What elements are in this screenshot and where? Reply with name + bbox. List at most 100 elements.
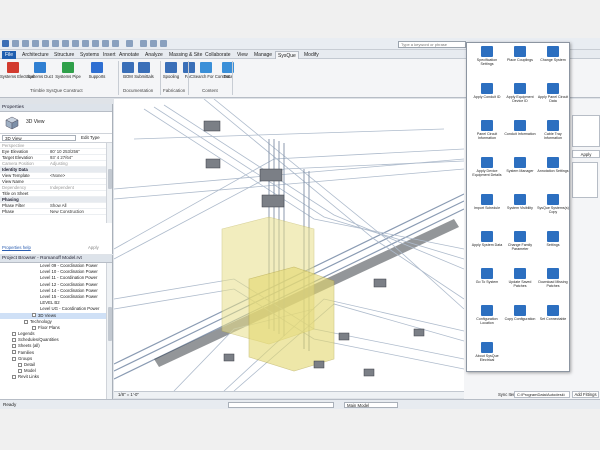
right-panel-box-2 xyxy=(572,162,598,198)
expand-toggle-icon[interactable] xyxy=(12,375,16,380)
sysque-menu-item[interactable]: Copy Configuration xyxy=(504,305,536,321)
sysque-item-icon xyxy=(547,231,559,242)
sysque-menu-item[interactable]: Set Connectable xyxy=(537,305,569,321)
tree-item-label: Technology xyxy=(30,318,52,324)
expand-toggle-icon[interactable] xyxy=(18,362,22,367)
dropdown-icon[interactable] xyxy=(160,40,167,47)
ribbon-tool[interactable]: Supports xyxy=(84,62,110,79)
browser-scrollbar[interactable] xyxy=(106,263,112,399)
sysque-menu-item[interactable]: Panel Circuit Information xyxy=(471,120,503,140)
expand-toggle-icon[interactable] xyxy=(12,350,16,355)
tab-analyze[interactable]: Analyze xyxy=(143,51,165,59)
sysque-menu-item[interactable]: Download Missing Patches xyxy=(537,268,569,288)
tab-manage[interactable]: Manage xyxy=(252,51,274,59)
sysque-menu-item[interactable]: Import Schedule xyxy=(471,194,503,210)
sysque-menu-item[interactable]: Settings xyxy=(537,231,569,247)
measure-icon[interactable] xyxy=(62,40,69,47)
view-control-bar[interactable]: 1/8" = 1'-0" xyxy=(114,391,464,398)
expand-toggle-icon[interactable] xyxy=(18,369,22,374)
tab-massing-site[interactable]: Massing & Site xyxy=(167,51,204,59)
sysque-menu-item[interactable]: Specification Settings xyxy=(471,46,503,66)
save-icon[interactable] xyxy=(22,40,29,47)
view-scale[interactable]: 1/8" = 1'-0" xyxy=(118,392,139,397)
search-input[interactable]: Type a keyword or phrase xyxy=(398,41,466,48)
switch-windows-icon[interactable] xyxy=(126,40,133,47)
add-fittings-button[interactable]: Add Fittings xyxy=(572,391,599,398)
sysque-menu-item[interactable]: Update Saved Patches xyxy=(504,268,536,288)
sysque-menu-item[interactable]: Apply Equipment Device ID xyxy=(504,83,536,103)
layout-icon[interactable] xyxy=(140,40,147,47)
tab-file[interactable]: File xyxy=(2,51,16,59)
undo-icon[interactable] xyxy=(32,40,39,47)
sysque-menu-item[interactable]: SysQue Systems(s) Copy xyxy=(537,194,569,214)
ribbon-tool[interactable]: Systems Duct xyxy=(27,62,53,79)
sysque-item-label: Update Saved Patches xyxy=(508,280,532,288)
type-selector[interactable]: 3D View xyxy=(0,112,112,134)
sysque-menu-item[interactable]: Place Couplings xyxy=(504,46,536,62)
view-3d-icon[interactable] xyxy=(82,40,89,47)
close-views-icon[interactable] xyxy=(112,40,119,47)
expand-toggle-icon[interactable] xyxy=(12,331,16,336)
tree-item-label: Families xyxy=(18,349,34,355)
menu-icon[interactable] xyxy=(150,40,157,47)
ribbon-tool[interactable]: Systems Pipe xyxy=(55,62,81,79)
expand-toggle-icon[interactable] xyxy=(32,313,36,318)
apply-button[interactable]: Apply xyxy=(88,245,99,250)
sysque-menu-item[interactable]: Apply Conduit ID xyxy=(471,83,503,99)
config-path-field[interactable]: C:\ProgramData\Autodesk\ xyxy=(514,391,570,398)
revit-logo-icon[interactable] xyxy=(2,40,9,47)
sysque-item-icon xyxy=(514,231,526,242)
project-browser-tree: Level 09 - Coordination Power Level 10 - … xyxy=(0,263,112,381)
sysque-menu-item[interactable]: Apply Panel Circuit Data xyxy=(537,83,569,103)
edit-type-button[interactable]: Edit Type xyxy=(81,135,100,141)
sysque-menu-item[interactable]: Go To System xyxy=(471,268,503,284)
expand-toggle-icon[interactable] xyxy=(12,338,16,343)
text-icon[interactable] xyxy=(72,40,79,47)
tab-modify[interactable]: Modify xyxy=(302,51,321,59)
sysque-item-icon xyxy=(481,46,493,57)
property-row[interactable]: Phase New Construction xyxy=(0,209,112,215)
scroll-thumb[interactable] xyxy=(108,307,112,341)
instance-dropdown[interactable]: 3D View xyxy=(2,135,76,141)
print-icon[interactable] xyxy=(52,40,59,47)
ribbon-tool[interactable]: Systems Electrical xyxy=(0,62,34,79)
tab-structure[interactable]: Structure xyxy=(52,51,76,59)
sysque-menu-item[interactable]: Apply System Data xyxy=(471,231,503,247)
sysque-menu-item[interactable]: Annotation Settings xyxy=(537,157,569,173)
tab-insert[interactable]: Insert xyxy=(101,51,118,59)
sysque-item-icon xyxy=(481,83,493,94)
thin-lines-icon[interactable] xyxy=(102,40,109,47)
sysque-menu-item[interactable]: System Manager xyxy=(504,157,536,173)
expand-toggle-icon[interactable] xyxy=(12,344,16,349)
tree-item[interactable]: Revit Links xyxy=(0,374,112,380)
ribbon-tool[interactable]: Data xyxy=(215,62,241,79)
tab-architecture[interactable]: Architecture xyxy=(20,51,51,59)
tab-systems[interactable]: Systems xyxy=(78,51,101,59)
sysque-menu-item[interactable]: Change System xyxy=(537,46,569,62)
expand-toggle-icon[interactable] xyxy=(24,319,28,324)
properties-scrollbar[interactable] xyxy=(106,143,112,223)
sysque-menu-item[interactable]: Configuration Location xyxy=(471,305,503,325)
expand-toggle-icon[interactable] xyxy=(12,356,16,361)
sysque-menu-item[interactable]: Apply Device Equipment Details xyxy=(471,157,503,177)
tab-collaborate[interactable]: Collaborate xyxy=(203,51,233,59)
sysque-menu-item[interactable]: Conduit Information xyxy=(504,120,536,136)
tab-sysque[interactable]: SysQue xyxy=(275,51,299,59)
tab-annotate[interactable]: Annotate xyxy=(117,51,141,59)
redo-icon[interactable] xyxy=(42,40,49,47)
section-icon[interactable] xyxy=(92,40,99,47)
workset-selector[interactable] xyxy=(228,402,334,408)
scroll-thumb[interactable] xyxy=(108,169,112,189)
expand-toggle-icon[interactable] xyxy=(32,325,36,330)
properties-help-link[interactable]: Properties help xyxy=(2,245,31,250)
ribbon-tool[interactable]: Submittals xyxy=(131,62,157,79)
sysque-menu-item[interactable]: About SysQue Electrical xyxy=(471,342,503,362)
3d-viewport[interactable] xyxy=(114,99,464,391)
sysque-menu-item[interactable]: Change Family Parameter xyxy=(504,231,536,251)
sysque-menu-item[interactable]: System Visibility xyxy=(504,194,536,210)
sysque-menu-item[interactable]: Cable Tray Information xyxy=(537,120,569,140)
open-icon[interactable] xyxy=(12,40,19,47)
right-apply-button[interactable]: Apply xyxy=(572,150,600,158)
tab-view[interactable]: View xyxy=(235,51,250,59)
design-option-selector[interactable]: Main Model xyxy=(344,402,398,408)
